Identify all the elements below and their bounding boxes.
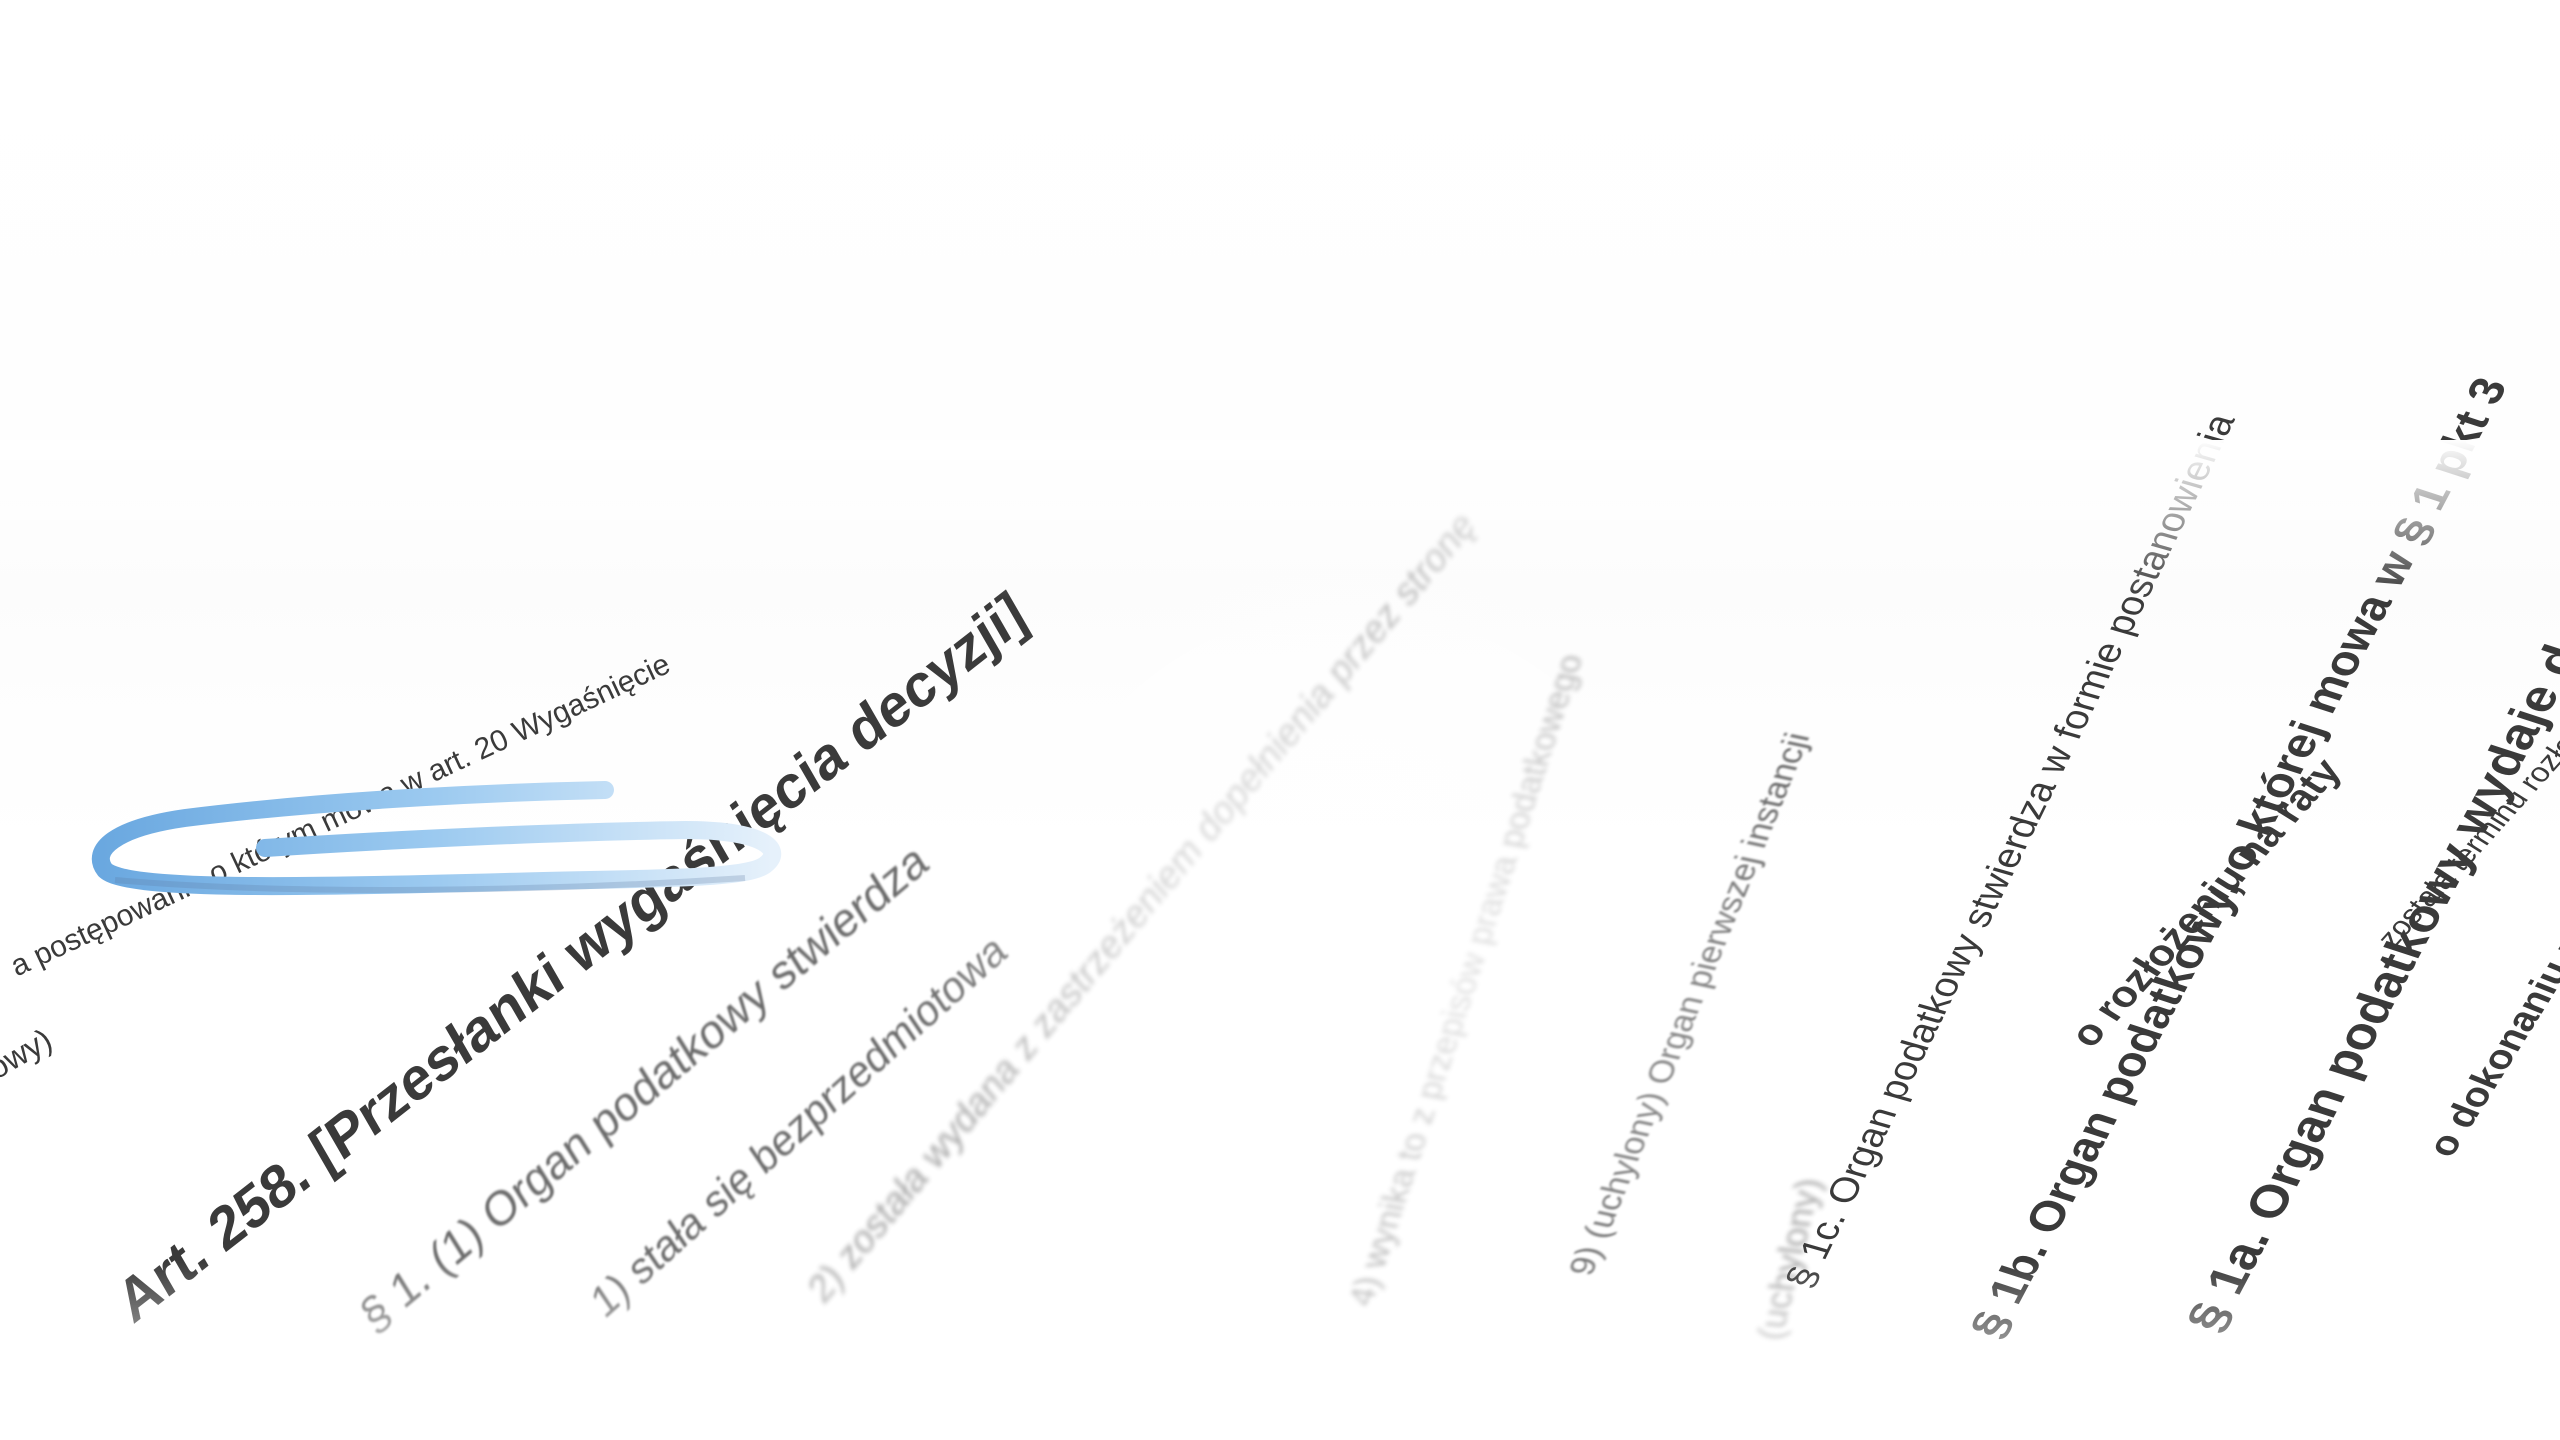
background-blank [0,0,2560,520]
photo-scene: Art. 258. [Przesłanki wygaśnięcia decyzj… [0,0,2560,1440]
paperclip [91,781,782,896]
